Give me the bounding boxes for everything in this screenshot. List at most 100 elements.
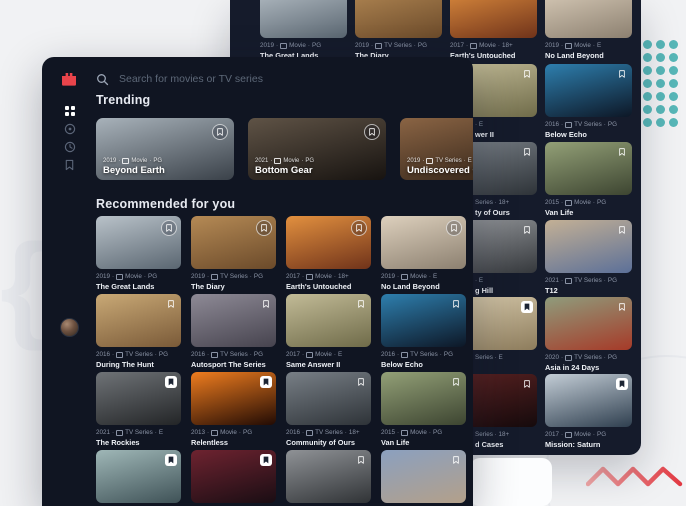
card-thumbnail [545, 0, 632, 38]
card-meta: 2019·Movie·E [545, 42, 632, 49]
bookmark-button[interactable] [450, 376, 462, 388]
bookmark-button[interactable] [521, 146, 533, 158]
bookmark-button[interactable] [351, 220, 367, 236]
bookmark-button[interactable] [355, 298, 367, 310]
movie-card[interactable] [286, 450, 371, 503]
movie-card[interactable]: 2016·TV Series·PGAutosport The Series [191, 294, 276, 369]
movie-card[interactable]: 2016·TV Series·18+Community of Ours [286, 372, 371, 447]
card-meta: 2019·Movie·E [381, 273, 466, 280]
card-meta: 2020·TV Series·PG [545, 354, 632, 361]
card-meta: 2021·Movie·PG [255, 158, 314, 164]
bookmark-button[interactable] [256, 220, 272, 236]
dot [656, 53, 665, 62]
movie-card[interactable]: 2017·Movie·18+Earth's Untouched [286, 216, 371, 291]
card-meta: 2017·Movie·E [286, 351, 371, 358]
bookmark-icon [523, 70, 531, 78]
section-title-recommended: Recommended for you [96, 197, 235, 211]
bookmark-button[interactable] [260, 376, 272, 388]
movie-card[interactable] [96, 450, 181, 503]
movie-card[interactable]: 2015·Movie·PGVan Life [381, 372, 466, 447]
movie-card[interactable]: 2021·TV Series·PGT12 [545, 220, 632, 295]
card-meta: 2019·Movie·PG [260, 42, 347, 49]
bookmark-button[interactable] [165, 376, 177, 388]
bookmark-button[interactable] [616, 146, 628, 158]
card-thumbnail [450, 0, 537, 38]
bookmark-button[interactable] [521, 301, 533, 313]
bookmark-button[interactable] [616, 224, 628, 236]
bookmark-button[interactable] [260, 298, 272, 310]
trending-card[interactable]: 2019·TV Series·EUndiscovered Cities [400, 118, 473, 180]
media-type-icon [116, 352, 123, 358]
movie-card[interactable]: 2019·TV Series·PGThe Diary [355, 0, 442, 60]
bookmark-button[interactable] [521, 378, 533, 390]
movie-card[interactable]: 2013·Movie·PGRelentless [191, 372, 276, 447]
bookmark-button[interactable] [521, 68, 533, 80]
movie-card[interactable]: 2017·Movie·PGMission: Saturn [545, 374, 632, 449]
bookmark-button[interactable] [165, 454, 177, 466]
card-thumbnail [286, 294, 371, 347]
movie-card[interactable]: 2015·Movie·PGVan Life [545, 142, 632, 217]
card-meta: 2019·TV Series·PG [355, 42, 442, 49]
bookmark-icon [167, 456, 175, 464]
bookmark-button[interactable] [616, 68, 628, 80]
card-title: Asia in 24 Days [545, 363, 632, 372]
dot [643, 118, 652, 127]
bookmark-icon [167, 300, 175, 308]
movie-card[interactable]: 2021·TV Series·EThe Rockies [96, 372, 181, 447]
dot [669, 53, 678, 62]
movie-card[interactable]: 2019·Movie·PGThe Great Lands [260, 0, 347, 60]
card-title: Earth's Untouched [286, 282, 371, 291]
card-title: Below Echo [381, 360, 466, 369]
movie-card[interactable]: 2019·Movie·PGThe Great Lands [96, 216, 181, 291]
avatar[interactable] [60, 318, 79, 337]
bookmark-button[interactable] [446, 220, 462, 236]
sidebar-item-discover[interactable] [63, 122, 76, 135]
sidebar-item-recent[interactable] [63, 140, 76, 153]
main-app-window: Trending 2019·Movie·PGBeyond Earth2021·M… [42, 57, 473, 506]
bookmark-icon [216, 128, 224, 136]
card-thumbnail [381, 372, 466, 425]
bookmark-button[interactable] [355, 376, 367, 388]
bookmark-button[interactable] [364, 124, 380, 140]
bookmark-button[interactable] [161, 220, 177, 236]
bookmark-button[interactable] [521, 224, 533, 236]
card-meta: 2017·Movie·PG [545, 431, 632, 438]
bookmark-button[interactable] [450, 298, 462, 310]
media-type-icon [211, 352, 218, 358]
sidebar-item-bookmarks[interactable] [63, 158, 76, 171]
trending-card[interactable]: 2021·Movie·PGBottom Gear [248, 118, 386, 180]
card-thumbnail [191, 216, 276, 269]
bookmark-button[interactable] [616, 301, 628, 313]
movie-card[interactable] [381, 450, 466, 503]
movie-card[interactable]: 2017·Movie·18+Earth's Untouched [450, 0, 537, 60]
movie-card[interactable]: 2019·TV Series·PGThe Diary [191, 216, 276, 291]
card-title: Community of Ours [286, 438, 371, 447]
dot [643, 53, 652, 62]
trending-card[interactable]: 2019·Movie·PGBeyond Earth [96, 118, 234, 180]
movie-card[interactable]: 2016·TV Series·PGBelow Echo [545, 64, 632, 139]
movie-card[interactable]: 2016·TV Series·PGDuring The Hunt [96, 294, 181, 369]
movie-card[interactable] [191, 450, 276, 503]
dot [669, 66, 678, 75]
movie-card[interactable]: 2019·Movie·ENo Land Beyond [381, 216, 466, 291]
bookmark-icon [357, 300, 365, 308]
movie-card[interactable]: 2019·Movie·ENo Land Beyond [545, 0, 632, 60]
bookmark-button[interactable] [616, 378, 628, 390]
bookmark-button[interactable] [212, 124, 228, 140]
card-title: Van Life [545, 208, 632, 217]
sidebar-item-browse[interactable] [63, 104, 76, 117]
zigzag-decoration [586, 452, 686, 492]
bookmark-icon [262, 300, 270, 308]
card-title: The Rockies [96, 438, 181, 447]
card-thumbnail [545, 220, 632, 273]
movie-card[interactable]: 2016·TV Series·PGBelow Echo [381, 294, 466, 369]
bookmark-button[interactable] [450, 454, 462, 466]
bookmark-icon [618, 226, 626, 234]
bookmark-button[interactable] [260, 454, 272, 466]
movie-card[interactable]: 2017·Movie·ESame Answer II [286, 294, 371, 369]
bookmark-button[interactable] [165, 298, 177, 310]
search-input[interactable] [117, 72, 341, 86]
bookmark-button[interactable] [355, 454, 367, 466]
app-logo[interactable] [61, 72, 77, 86]
movie-card[interactable]: 2020·TV Series·PG Asia in 24 Days [545, 297, 632, 372]
